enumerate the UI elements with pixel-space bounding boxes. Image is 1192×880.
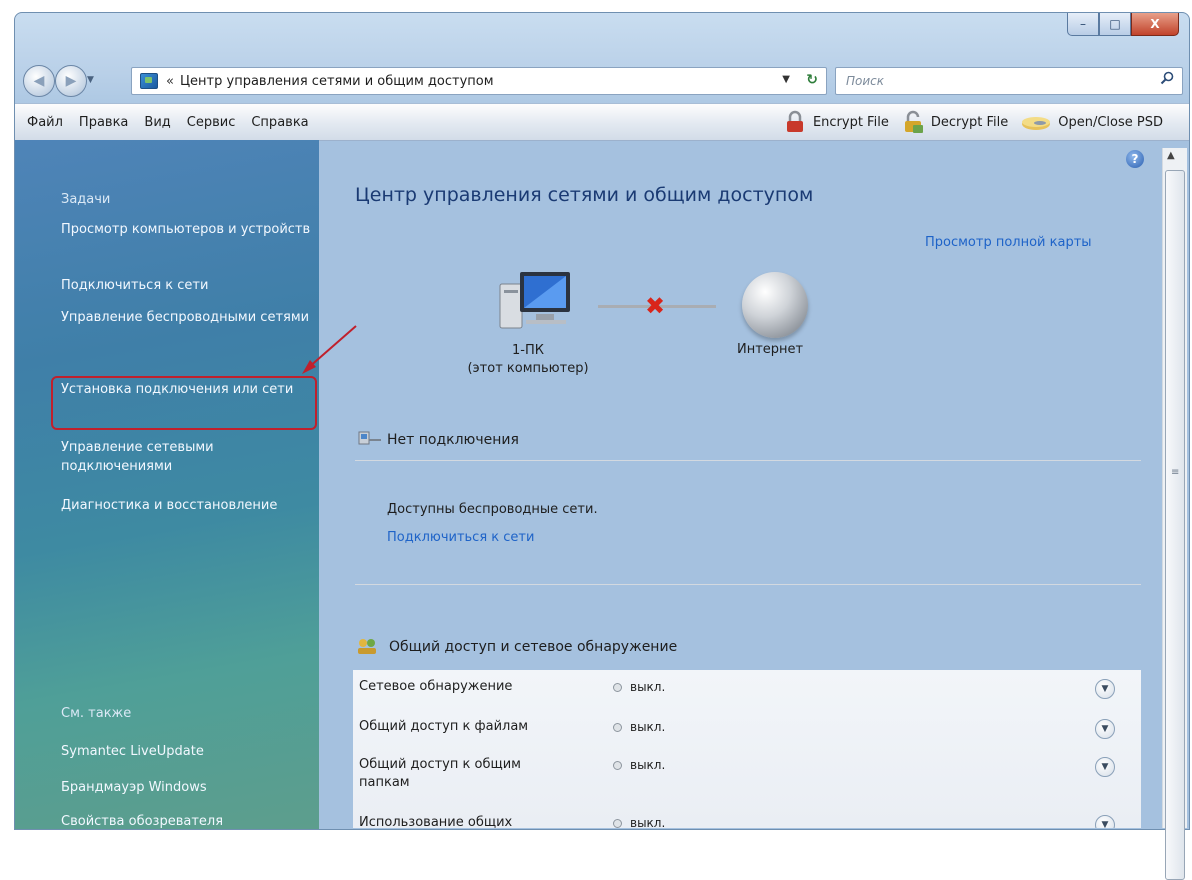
sharing-table: Сетевое обнаружение выкл. ▼ Общий доступ… [353, 670, 1141, 828]
page-title: Центр управления сетями и общим доступом [355, 184, 814, 206]
row-status: выкл. [613, 816, 665, 828]
computer-icon[interactable] [496, 270, 576, 334]
menu-help[interactable]: Справка [245, 115, 314, 130]
row-status: выкл. [613, 680, 665, 694]
scroll-thumb[interactable]: ≡ [1165, 170, 1185, 880]
computer-note: (этот компьютер) [467, 361, 589, 376]
connect-to-network-link[interactable]: Подключиться к сети [387, 530, 534, 545]
status-dot-icon [613, 682, 622, 692]
available-networks-text: Доступны беспроводные сети. [387, 502, 598, 517]
refresh-icon[interactable]: ↻ [806, 72, 818, 88]
no-connection-heading: Нет подключения [387, 432, 519, 448]
sidebar-link-view-computers[interactable]: Просмотр компьютеров и устройств [61, 220, 311, 239]
expand-chevron-icon[interactable]: ▼ [1095, 757, 1115, 777]
row-status: выкл. [613, 758, 665, 772]
unlock-icon [904, 110, 923, 133]
maximize-button[interactable]: □ [1099, 13, 1131, 36]
sidebar-link-internet-options[interactable]: Свойства обозревателя [61, 812, 311, 829]
status-text: выкл. [630, 720, 666, 734]
network-adapter-icon [358, 431, 381, 445]
disconnected-x-icon: ✖ [645, 292, 666, 320]
sidebar-link-wireless[interactable]: Управление беспроводными сетями [61, 308, 311, 327]
forward-arrow-icon: ▶ [65, 73, 77, 89]
search-input[interactable]: Поиск [846, 74, 884, 88]
sharing-heading: Общий доступ и сетевое обнаружение [389, 639, 678, 655]
menu-edit[interactable]: Правка [73, 115, 134, 130]
encrypt-file-button[interactable]: Encrypt File [783, 110, 889, 134]
internet-globe-icon[interactable] [742, 272, 808, 338]
open-close-psd-button[interactable]: Open/Close PSD [1020, 110, 1163, 134]
see-also-heading: См. также [61, 706, 132, 721]
vertical-scrollbar[interactable]: ▲ ≡ [1162, 148, 1187, 880]
expand-chevron-icon[interactable]: ▼ [1095, 815, 1115, 828]
internet-label: Интернет [737, 342, 804, 357]
status-dot-icon [613, 722, 622, 732]
grip-icon: ≡ [1171, 467, 1180, 478]
address-dropdown-icon[interactable]: ▼ [782, 74, 790, 85]
scroll-up-icon[interactable]: ▲ [1167, 150, 1175, 161]
view-full-map-link[interactable]: Просмотр полной карты [925, 235, 1092, 250]
sidebar-link-manage-connections[interactable]: Управление сетевыми подключениями [61, 438, 311, 476]
back-arrow-icon: ◀ [33, 73, 45, 89]
task-pane: Задачи Просмотр компьютеров и устройств … [15, 140, 319, 829]
menu-file[interactable]: Файл [21, 115, 69, 130]
status-text: выкл. [630, 680, 666, 694]
encrypt-file-label: Encrypt File [812, 114, 889, 130]
tasks-heading: Задачи [61, 192, 111, 207]
minimize-button[interactable]: – [1067, 13, 1099, 36]
sharing-section: Общий доступ и сетевое обнаружение [357, 638, 677, 656]
command-bar: Encrypt File Decrypt File Open/Close PSD [771, 108, 1163, 136]
no-connection-section: Нет подключения [357, 430, 519, 450]
sharing-icon [358, 639, 376, 654]
address-field[interactable]: « Центр управления сетями и общим доступ… [131, 67, 827, 95]
psd-drive-icon [1022, 117, 1051, 130]
expand-chevron-icon[interactable]: ▼ [1095, 719, 1115, 739]
status-dot-icon [613, 818, 622, 828]
address-row: ◀ ▶ ▼ « Центр управления сетями и общим … [15, 61, 1189, 101]
status-text: выкл. [630, 816, 666, 828]
row-status: выкл. [613, 720, 665, 734]
sidebar-link-firewall[interactable]: Брандмауэр Windows [61, 778, 311, 797]
close-button[interactable]: X [1131, 13, 1179, 36]
status-dot-icon [613, 760, 622, 770]
menu-view[interactable]: Вид [138, 115, 176, 130]
divider [355, 584, 1141, 585]
row-label: Использование общих [359, 815, 513, 828]
back-button[interactable]: ◀ [23, 65, 55, 97]
highlight-box [51, 376, 317, 430]
menu-bar: Файл Правка Вид Сервис Справка Encrypt F… [15, 103, 1189, 141]
row-label: Сетевое обнаружение [359, 679, 513, 694]
lock-icon [786, 110, 803, 132]
network-center-icon [140, 73, 158, 89]
sidebar-link-connect[interactable]: Подключиться к сети [61, 276, 311, 295]
menu-tools[interactable]: Сервис [181, 115, 242, 130]
breadcrumb[interactable]: Центр управления сетями и общим доступом [180, 74, 494, 89]
help-icon[interactable]: ? [1126, 150, 1144, 168]
search-icon[interactable] [1160, 71, 1174, 85]
breadcrumb-chevron[interactable]: « [166, 74, 174, 89]
computer-name: 1-ПК [512, 343, 544, 358]
row-label: Общий доступ к файлам [359, 719, 529, 734]
status-text: выкл. [630, 758, 666, 772]
annotation-arrow-icon [302, 325, 357, 374]
expand-chevron-icon[interactable]: ▼ [1095, 679, 1115, 699]
decrypt-file-button[interactable]: Decrypt File [901, 110, 1008, 134]
open-close-psd-label: Open/Close PSD [1058, 114, 1163, 130]
sidebar-link-liveupdate[interactable]: Symantec LiveUpdate [61, 742, 311, 761]
computer-label: 1-ПК (этот компьютер) [458, 342, 598, 378]
search-box[interactable]: Поиск [835, 67, 1183, 95]
sidebar-link-diagnose[interactable]: Диагностика и восстановление [61, 496, 311, 515]
caption-buttons: – □ X [1067, 13, 1179, 36]
forward-button[interactable]: ▶ [55, 65, 87, 97]
row-label: Общий доступ к общим папкам [359, 757, 521, 790]
decrypt-file-label: Decrypt File [930, 114, 1009, 130]
divider [355, 460, 1141, 461]
history-dropdown-icon[interactable]: ▼ [87, 75, 94, 85]
